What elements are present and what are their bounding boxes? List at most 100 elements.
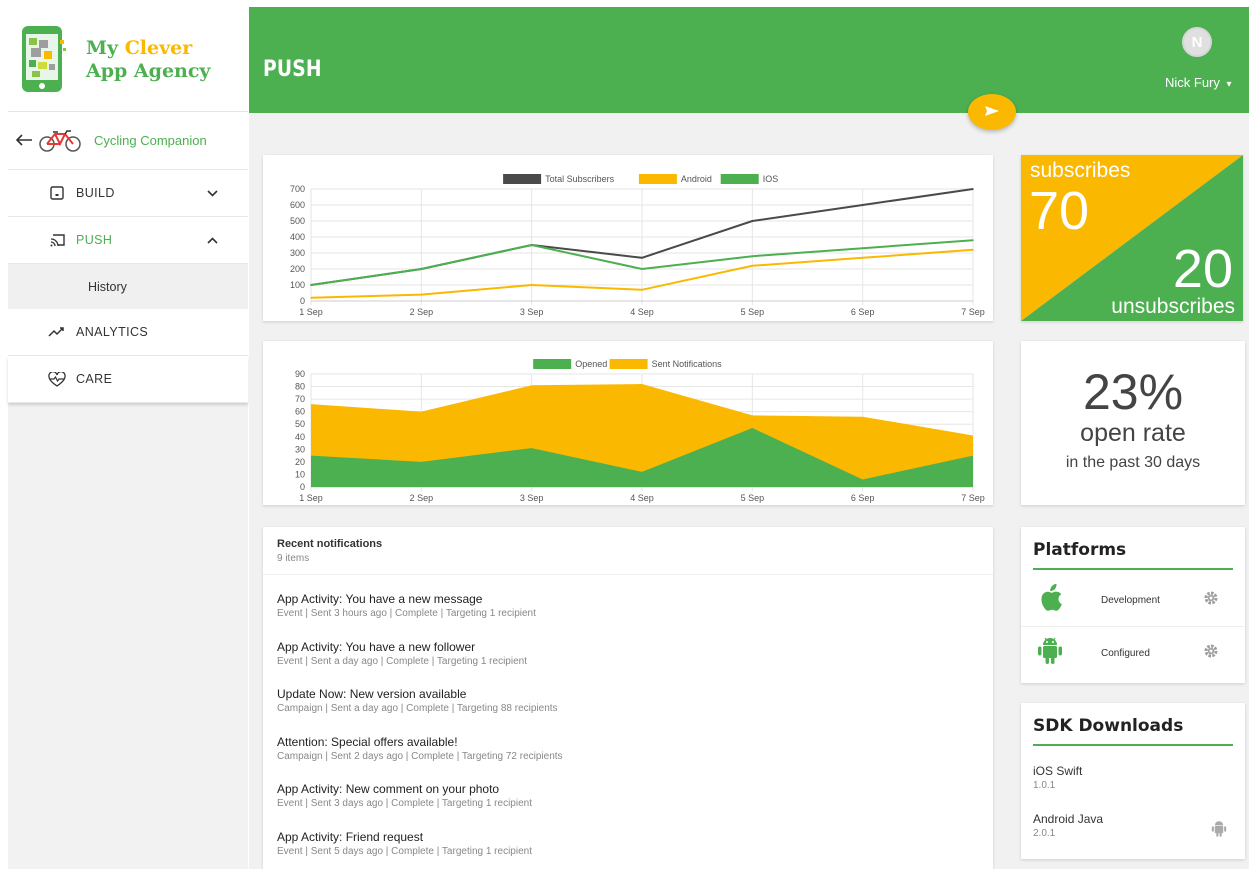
x-tick-label: 6 Sep	[851, 493, 875, 503]
notification-meta: Campaign | Sent a day ago | Complete | T…	[277, 703, 558, 714]
list-item[interactable]: App Activity: You have a new follower Ev…	[263, 623, 993, 671]
top-header: PUSH N Nick Fury ▾	[249, 7, 1249, 113]
legend-label: Total Subscribers	[545, 174, 615, 184]
data-point	[972, 188, 974, 190]
platform-ios: Development	[1021, 574, 1245, 627]
recent-notifications-card: Recent notifications 9 items App Activit…	[263, 527, 993, 869]
notification-meta: Event | Sent 5 days ago | Complete | Tar…	[277, 845, 532, 857]
data-point	[641, 289, 643, 291]
sdk-downloads-card: SDK Downloads iOS Swift 1.0.1 Android Ja…	[1021, 703, 1245, 859]
android-icon	[1037, 636, 1063, 671]
x-tick-label: 4 Sep	[630, 307, 654, 317]
notifications-area-chart: 0 10 20 30 40 50 60 70 80 90 1 Sep 2 Sep 3 Sep 4 Sep 5…	[295, 359, 985, 503]
y-tick-label: 400	[290, 232, 305, 242]
user-menu[interactable]: Nick Fury ▾	[1165, 75, 1232, 90]
notification-meta: Campaign | Sent 2 days ago | Complete | …	[277, 750, 563, 762]
arrow-left-icon[interactable]	[15, 130, 34, 151]
nav-analytics-label: ANALYTICS	[76, 325, 149, 339]
brand-line1: My	[86, 36, 125, 59]
x-tick-label: 5 Sep	[741, 493, 765, 503]
y-tick-label: 500	[290, 216, 305, 226]
brand-logo[interactable]: My Clever App Agency	[8, 8, 248, 112]
y-tick-label: 40	[295, 432, 305, 442]
sdk-version: 2.0.1	[1033, 828, 1056, 839]
y-tick-label: 100	[290, 280, 305, 290]
avatar[interactable]: N	[1182, 27, 1212, 57]
legend-label: IOS	[763, 174, 779, 184]
caret-down-icon: ▾	[1226, 79, 1232, 90]
notification-meta: Event | Sent 3 days ago | Complete | Tar…	[277, 798, 532, 809]
x-tick-label: 5 Sep	[741, 307, 765, 317]
platform-android: Configured	[1021, 627, 1245, 680]
data-point	[751, 255, 754, 257]
open-rate-value: 23%	[1082, 364, 1184, 420]
chevron-down-icon[interactable]	[207, 186, 218, 200]
y-tick-label: 80	[295, 382, 305, 392]
y-tick-label: 70	[295, 394, 305, 404]
unsubscribes-label: unsubscribes	[1111, 295, 1235, 318]
gear-icon[interactable]	[1203, 590, 1219, 611]
data-point	[530, 244, 533, 246]
nav-analytics[interactable]: ANALYTICS	[8, 309, 248, 356]
subscribes-tile: subscribes 70 20 unsubscribes	[1021, 155, 1243, 321]
x-tick-label: 1 Sep	[299, 307, 323, 317]
y-tick-label: 700	[290, 184, 305, 194]
open-rate-tile: 23% open rate in the past 30 days	[1021, 341, 1245, 505]
x-tick-label: 7 Sep	[961, 307, 985, 317]
sidebar: My Clever App Agency Cycling Companion B…	[8, 8, 248, 869]
user-name: Nick Fury	[1165, 75, 1220, 90]
platform-android-status: Configured	[1101, 648, 1150, 659]
y-tick-label: 20	[295, 457, 305, 467]
notification-title: App Activity: New comment on your photo	[277, 782, 500, 796]
list-item[interactable]: Update Now: New version available Campai…	[263, 670, 993, 718]
notifications-title: Recent notifications	[277, 538, 383, 550]
platforms-card: Platforms Development Configured	[1021, 527, 1245, 683]
y-tick-label: 10	[295, 469, 305, 479]
x-tick-label: 7 Sep	[961, 493, 985, 503]
chevron-up-icon[interactable]	[207, 233, 218, 247]
data-point	[641, 257, 643, 259]
notification-title: Update Now: New version available	[277, 687, 467, 701]
gear-icon[interactable]	[1203, 643, 1219, 664]
data-point	[420, 268, 423, 270]
bicycle-icon	[38, 129, 82, 152]
y-tick-label: 50	[295, 419, 305, 429]
list-item[interactable]: App Activity: You have a new message Eve…	[263, 575, 993, 623]
y-tick-label: 90	[295, 369, 305, 379]
data-point	[641, 268, 643, 270]
send-button[interactable]	[968, 94, 1016, 130]
brand-line2: App Agency	[86, 59, 211, 82]
brand-name: My Clever App Agency	[86, 37, 210, 83]
legend-swatch	[533, 359, 572, 369]
data-point	[530, 284, 533, 286]
nav-push[interactable]: PUSH	[8, 217, 248, 264]
app-name: Cycling Companion	[94, 133, 207, 148]
list-item[interactable]: App Activity: New comment on your photo …	[263, 765, 993, 813]
nav-care[interactable]: CARE	[8, 356, 248, 403]
y-tick-label: 0	[300, 482, 305, 492]
x-tick-label: 3 Sep	[520, 493, 544, 503]
subscribers-chart-card: 0 100 200 300 400 500 600 700 1 Sep 2 Sep 3 Sep 4 S…	[263, 155, 993, 321]
data-point	[310, 297, 312, 299]
data-point	[751, 265, 754, 267]
sdk-version: 1.0.1	[1033, 780, 1056, 791]
sdk-item-android[interactable]: Android Java 2.0.1	[1021, 806, 1245, 854]
list-item[interactable]: App Activity: Friend request Event | Sen…	[263, 813, 993, 861]
subscribes-value: 70	[1029, 181, 1090, 241]
apple-icon	[1037, 583, 1063, 618]
list-item[interactable]: Attention: Special offers available! Cam…	[263, 718, 993, 766]
platform-ios-status: Development	[1101, 594, 1160, 606]
legend-swatch	[609, 359, 648, 369]
build-box-icon	[46, 186, 68, 200]
notification-title: Attention: Special offers available!	[277, 734, 458, 749]
data-point	[861, 204, 864, 206]
y-tick-label: 300	[290, 248, 305, 258]
data-point	[751, 220, 754, 222]
legend-label: Opened	[575, 359, 607, 369]
sdk-item-ios[interactable]: iOS Swift 1.0.1	[1021, 758, 1245, 806]
android-icon[interactable]	[1211, 820, 1227, 843]
back-to-app[interactable]: Cycling Companion	[8, 112, 248, 170]
nav-build[interactable]: BUILD	[8, 170, 248, 217]
data-point	[310, 284, 312, 286]
nav-history[interactable]: History	[8, 264, 248, 309]
